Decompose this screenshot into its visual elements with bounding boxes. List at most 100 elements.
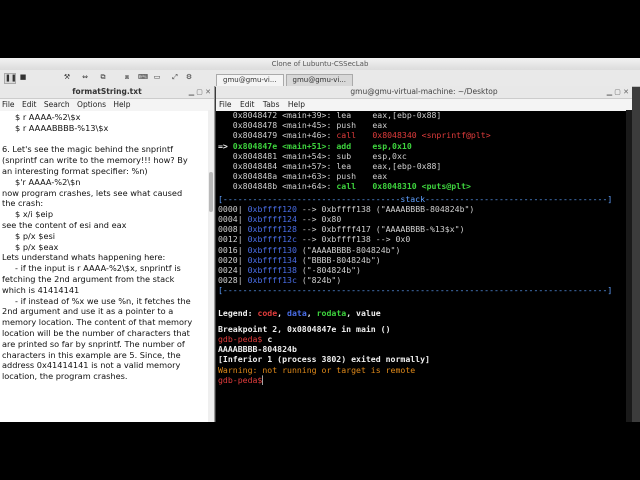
editor-line: are printed so far by snprintf. The numb… — [2, 338, 185, 349]
stack-address: 0xbffff12c — [247, 234, 297, 245]
stack-address: 0xbffff124 — [247, 214, 297, 225]
copy-icon[interactable]: ⧉ — [98, 73, 108, 82]
window-controls-icon[interactable]: ▁ ▢ ✕ — [607, 86, 629, 98]
code-address: 0x8048481 — [232, 150, 278, 161]
fullscreen-icon[interactable]: ⤢ — [170, 73, 180, 82]
menu-search[interactable]: Search — [44, 100, 70, 109]
stack-offset: 0004| — [218, 214, 243, 225]
editor-window: formatString.txt ▁ ▢ ✕ File Edit Search … — [0, 86, 215, 422]
code-line: 0x8048478 <main+45>: push eax — [218, 120, 628, 130]
stack-line: 0000| 0xbffff120 --> 0xbffff138 ("AAAABB… — [218, 204, 628, 214]
lock-icon[interactable]: ⧈ — [122, 73, 132, 82]
screen-icon[interactable]: ▭ — [152, 73, 162, 82]
menu-help[interactable]: Help — [288, 100, 305, 109]
editor-line: the crash: — [2, 198, 44, 209]
stack-address: 0xbffff134 — [247, 254, 297, 265]
prompt-line: gdb-peda$ c — [218, 334, 628, 344]
stack-line: 0004| 0xbffff124 --> 0x80 — [218, 214, 628, 224]
code-op: lea — [336, 161, 352, 172]
stack-offset: 0024| — [218, 265, 243, 276]
stack-offset: 0028| — [218, 275, 243, 286]
menu-edit[interactable]: Edit — [240, 100, 255, 109]
editor-text-area[interactable]: $ r AAAA-%2\$x $ r AAAABBBB-%13\$x 6. Le… — [0, 110, 208, 422]
code-op: call — [336, 181, 357, 192]
legend-prefix: Legend: — [218, 307, 253, 318]
code-args: eax,[ebp-0x88] — [372, 110, 442, 120]
editor-line: $ p/x $esi — [2, 230, 56, 241]
editor-line: $ r AAAA-%2\$x — [2, 112, 81, 122]
code-symbol: <main+54>: — [282, 150, 332, 161]
menu-file[interactable]: File — [219, 100, 232, 109]
editor-line: 6. Let's see the magic behind the snprin… — [2, 144, 174, 155]
code-args: eax — [372, 120, 388, 131]
code-symbol: <main+39>: — [282, 110, 332, 120]
share-icon[interactable]: ⇔ — [80, 73, 90, 82]
stack-value: ("824b") — [301, 275, 342, 286]
stack-address: 0xbffff120 — [247, 203, 297, 214]
stack-value: ("AAAABBBB-804824b") — [301, 244, 401, 255]
stack-value: --> 0xbffff138 --> 0x0 — [301, 234, 411, 245]
vm-window: Clone of Lubuntu-CSSecLab ❚❚ ■ ⚒ ⇔ ⧉ ⧈ ⌨… — [0, 58, 640, 422]
gdb-command: c — [267, 334, 273, 345]
code-arrow — [218, 161, 233, 171]
pause-icon[interactable]: ❚❚ — [4, 73, 17, 84]
terminal-scrollbar[interactable] — [626, 110, 632, 422]
keyboard-icon[interactable]: ⌨ — [138, 73, 148, 82]
stack-offset: 0000| — [218, 203, 243, 214]
editor-line: which is 41414141 — [2, 284, 80, 295]
end-separator: [---------------------------------------… — [218, 285, 613, 296]
code-line: => 0x804847e <main+51>: add esp,0x10 — [218, 141, 628, 151]
code-line: 0x804848a <main+63>: push eax — [218, 171, 628, 181]
stack-line: 0016| 0xbffff130 ("AAAABBBB-804824b") — [218, 245, 628, 255]
code-op: push — [336, 120, 357, 131]
stop-icon[interactable]: ■ — [18, 73, 28, 82]
code-symbol: <main+45>: — [282, 120, 332, 131]
scrollbar-thumb[interactable] — [209, 172, 213, 212]
window-controls-icon[interactable]: ▁ ▢ ✕ — [189, 86, 211, 98]
code-op: lea — [336, 110, 352, 120]
code-address: 0x8048472 — [232, 110, 278, 120]
stack-value: --> 0xbffff138 ("AAAABBBB-804824b") — [301, 203, 475, 214]
settings-icon[interactable]: ⚙ — [184, 73, 194, 82]
code-symbol: <main+51>: — [282, 140, 332, 151]
menu-help[interactable]: Help — [113, 100, 130, 109]
menu-options[interactable]: Options — [77, 100, 106, 109]
code-address: 0x804848b — [232, 181, 278, 192]
code-line: 0x804848b <main+64>: call 0x8048310 <puts… — [218, 181, 628, 191]
code-arrow: => — [218, 140, 233, 151]
breakpoint-line: Breakpoint 2, 0x0804847e in main () — [218, 323, 391, 334]
menu-edit[interactable]: Edit — [22, 100, 37, 109]
tab-terminal-1[interactable]: gmu@gmu-vi... — [216, 74, 284, 86]
editor-title: formatString.txt — [72, 87, 142, 96]
stack-line: 0012| 0xbffff12c --> 0xbffff138 --> 0x0 — [218, 234, 628, 244]
code-args: 0x8048310 <puts@plt> — [372, 181, 471, 192]
wrench-icon[interactable]: ⚒ — [62, 73, 72, 82]
editor-line: $ r AAAABBBB-%13\$x — [2, 122, 109, 133]
editor-titlebar: formatString.txt ▁ ▢ ✕ — [0, 86, 214, 99]
editor-scrollbar[interactable] — [208, 110, 214, 422]
editor-line: $'r AAAA-%2\$n — [2, 176, 81, 187]
stack-value: --> 0xbffff417 ("AAAABBBB-%13$x") — [301, 224, 465, 235]
gdb-prompt: gdb-peda$ — [218, 374, 263, 385]
code-line: 0x8048484 <main+57>: lea eax,[ebp-0x88] — [218, 161, 628, 171]
terminal-titlebar: gmu@gmu-virtual-machine: ~/Desktop ▁ ▢ ✕ — [216, 86, 632, 99]
code-arrow — [218, 110, 233, 120]
terminal-tabs: gmu@gmu-vi... gmu@gmu-vi... — [216, 74, 355, 86]
terminal-output[interactable]: 0x8048472 <main+39>: lea eax,[ebp-0x88] 0… — [216, 110, 628, 422]
code-address: 0x8048478 — [232, 120, 278, 131]
code-arrow — [218, 171, 233, 181]
legend-item: rodata — [316, 307, 347, 318]
stack-address: 0xbffff138 — [247, 265, 297, 276]
code-address: 0x8048484 — [232, 161, 278, 172]
code-address: 0x8048479 — [232, 130, 278, 141]
menu-file[interactable]: File — [2, 100, 15, 109]
code-line: 0x8048472 <main+39>: lea eax,[ebp-0x88] — [218, 110, 628, 120]
tab-terminal-2[interactable]: gmu@gmu-vi... — [285, 74, 353, 86]
editor-line: memory location. The content of that mem… — [2, 317, 193, 328]
editor-line: an interesting format specifier: %n) — [2, 165, 148, 176]
prompt-line: gdb-peda$▏ — [218, 375, 628, 385]
legend-item: code — [257, 307, 278, 318]
menu-tabs[interactable]: Tabs — [263, 100, 280, 109]
editor-line: characters in this example are 5. Since,… — [2, 349, 181, 360]
